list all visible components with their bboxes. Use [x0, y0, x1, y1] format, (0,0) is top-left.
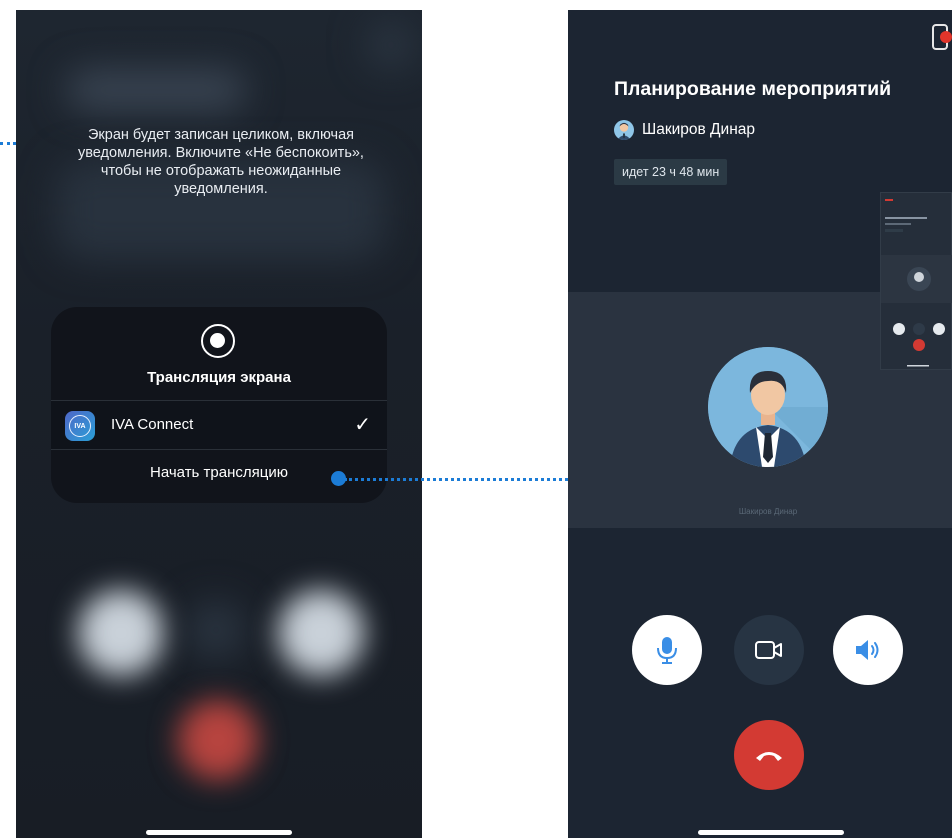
blurred-left-control	[78, 590, 164, 676]
host-avatar	[614, 120, 634, 140]
iva-connect-app-icon: IVA	[65, 411, 95, 441]
blurred-corner-shape	[366, 20, 416, 70]
blurred-hangup-control	[178, 700, 258, 780]
meeting-title: Планирование мероприятий	[614, 78, 892, 100]
app-option-iva-connect[interactable]: IVA IVA Connect ✓	[51, 400, 387, 450]
host-name: Шакиров Динар	[642, 121, 756, 138]
home-indicator[interactable]	[698, 830, 844, 835]
hang-up-button[interactable]	[734, 720, 804, 790]
hang-up-icon	[756, 752, 782, 761]
camera-button[interactable]	[734, 615, 804, 685]
sheet-title: Трансляция экрана	[147, 369, 291, 386]
video-camera-icon	[755, 641, 782, 659]
blurred-header-shape	[66, 70, 246, 110]
blurred-right-control	[278, 590, 364, 676]
connector-dot	[331, 471, 346, 486]
microphone-button[interactable]	[632, 615, 702, 685]
blurred-middle-control	[186, 600, 246, 660]
screen-broadcast-screen: Экран будет записан целиком, включая уве…	[16, 10, 422, 838]
screen-recording-notice: Экран будет записан целиком, включая уве…	[78, 127, 364, 197]
home-indicator[interactable]	[146, 830, 292, 835]
checkmark-icon: ✓	[354, 414, 371, 436]
record-icon	[201, 324, 235, 358]
connector-line	[344, 478, 568, 481]
speaker-icon	[856, 640, 879, 660]
microphone-icon	[657, 637, 677, 664]
participant-name-label: Шакиров Динар	[738, 507, 798, 516]
connector-line-left	[0, 142, 16, 145]
app-icon-label: IVA	[69, 415, 91, 437]
self-view-thumbnail[interactable]	[880, 192, 952, 370]
call-screen: Планирование мероприятий Шакиров Динар и…	[568, 10, 952, 838]
app-option-label: IVA Connect	[111, 416, 194, 433]
screen-recording-icon[interactable]	[932, 24, 952, 50]
speaker-button[interactable]	[833, 615, 903, 685]
participant-avatar	[708, 347, 828, 467]
call-duration-badge: идет 23 ч 48 мин	[614, 159, 728, 185]
